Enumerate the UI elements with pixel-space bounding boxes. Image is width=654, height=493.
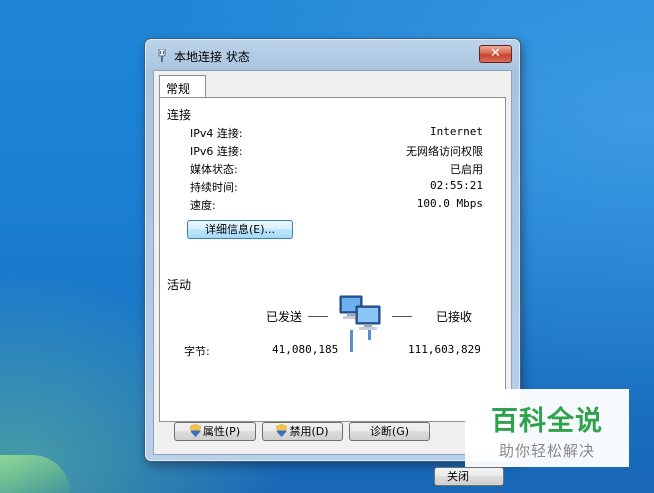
tab-panel-general: 连接 IPv4 连接: Internet IPv6 连接: 无网络访问权限 媒体…	[159, 97, 506, 422]
received-label: 已接收	[436, 310, 473, 324]
shield-icon	[189, 424, 201, 437]
activity-group-divider	[212, 284, 495, 285]
close-button[interactable]: ✕	[479, 45, 512, 63]
ipv6-value: 无网络访问权限	[406, 145, 483, 158]
diagnose-button[interactable]: 诊断(G)	[349, 422, 430, 441]
bytes-label: 字节:	[184, 345, 210, 358]
watermark-badge: 百科全说 助你轻松解决	[465, 389, 629, 467]
received-dash	[392, 316, 412, 317]
network-computers-icon	[338, 294, 388, 352]
properties-label: 属性(P)	[202, 425, 241, 438]
duration-value: 02:55:21	[430, 179, 483, 192]
duration-label: 持续时间:	[190, 181, 238, 194]
connection-group-divider	[230, 114, 495, 115]
shield-icon	[276, 424, 288, 437]
sent-label: 已发送	[266, 310, 303, 324]
disable-button[interactable]: 禁用(D)	[262, 422, 343, 441]
ipv6-label: IPv6 连接:	[190, 145, 243, 158]
speed-value: 100.0 Mbps	[416, 197, 483, 210]
media-state-value: 已启用	[450, 163, 483, 176]
close-icon: ✕	[490, 46, 501, 61]
connection-group-label: 连接	[167, 108, 192, 122]
sent-dash	[308, 316, 328, 317]
details-button[interactable]: 详细信息(E)...	[187, 220, 293, 239]
bytes-sent-value: 41,080,185	[272, 343, 339, 356]
disable-label: 禁用(D)	[289, 425, 329, 438]
speed-label: 速度:	[190, 199, 216, 212]
activity-group-label: 活动	[167, 278, 192, 292]
properties-button[interactable]: 属性(P)	[174, 422, 256, 441]
ipv4-label: IPv4 连接:	[190, 127, 243, 140]
media-state-label: 媒体状态:	[190, 163, 238, 176]
ipv4-value: Internet	[430, 125, 483, 138]
network-connection-icon	[157, 48, 167, 63]
dialog-client-area: 常规 连接 IPv4 连接: Internet IPv6 连接: 无网络访问权限…	[153, 70, 512, 486]
watermark-title: 百科全说	[491, 406, 603, 437]
tab-general[interactable]: 常规	[159, 75, 206, 98]
bytes-received-value: 111,603,829	[408, 343, 481, 356]
title-bar[interactable]: 本地连接 状态 ✕	[145, 39, 520, 69]
watermark-subtitle: 助你轻松解决	[498, 442, 595, 460]
close-dialog-button[interactable]: 关闭	[434, 467, 504, 486]
window-title: 本地连接 状态	[174, 50, 250, 64]
